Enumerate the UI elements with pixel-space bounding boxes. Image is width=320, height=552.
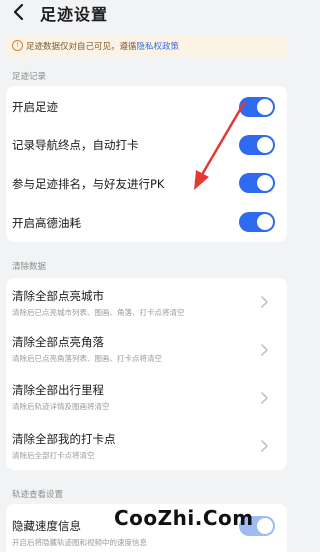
toggle-knob: [257, 214, 273, 230]
chevron-left-icon: [13, 3, 24, 21]
footprint-settings-card: 开启足迹 记录导航终点，自动打卡 参与足迹排名，与好友进行PK 开启高德油耗: [6, 86, 287, 242]
setting-row-fuel-consumption[interactable]: 开启高德油耗: [6, 202, 287, 242]
setting-row-ranking-pk[interactable]: 参与足迹排名，与好友进行PK: [6, 164, 287, 202]
clear-item-description: 清除后已点亮城市列表、图画、角落、打卡点将清空: [12, 308, 185, 317]
enable-footprint-toggle[interactable]: [239, 97, 275, 117]
back-button[interactable]: [8, 0, 30, 26]
setting-row-auto-checkin[interactable]: 记录导航终点，自动打卡: [6, 126, 287, 164]
clear-row-mileage[interactable]: 清除全部出行里程 清除后轨迹详情及图画将清空: [6, 374, 287, 422]
chevron-right-icon: [261, 440, 268, 452]
fuel-consumption-toggle[interactable]: [239, 212, 275, 232]
auto-checkin-toggle[interactable]: [239, 135, 275, 155]
page-title: 足迹设置: [40, 5, 109, 24]
setting-label: 记录导航终点，自动打卡: [12, 138, 139, 152]
setting-row-enable-footprint[interactable]: 开启足迹: [6, 86, 287, 126]
clear-data-card: 清除全部点亮城市 清除后已点亮城市列表、图画、角落、打卡点将清空 清除全部点亮角…: [6, 278, 287, 470]
setting-label: 开启足迹: [12, 100, 58, 114]
ranking-pk-toggle[interactable]: [239, 173, 275, 193]
clear-item-label: 清除全部点亮城市: [12, 289, 104, 303]
toggle-knob: [257, 518, 273, 534]
privacy-policy-link[interactable]: 隐私权政策: [137, 42, 180, 52]
setting-label: 隐藏速度信息: [12, 519, 81, 533]
clear-item-label: 清除全部我的打卡点: [12, 432, 116, 446]
info-icon: !: [12, 40, 23, 51]
clear-item-description: 清除后已点亮角落列表、图画、打卡点将清空: [12, 354, 162, 363]
notice-text: 足迹数据仅对自己可见，遵循: [26, 42, 137, 52]
clear-row-checkins[interactable]: 清除全部我的打卡点 清除后全部打卡点将清空: [6, 422, 287, 470]
privacy-notice: ! 足迹数据仅对自己可见，遵循隐私权政策: [6, 36, 287, 58]
chevron-right-icon: [261, 392, 268, 404]
clear-item-description: 清除后轨迹详情及图画将清空: [12, 402, 110, 411]
clear-item-description: 清除后全部打卡点将清空: [12, 451, 95, 460]
watermark-text: CooZhi.Com: [114, 506, 254, 530]
clear-item-label: 清除全部出行里程: [12, 383, 104, 397]
section-label-footprint: 足迹记录: [12, 72, 47, 82]
setting-label: 参与足迹排名，与好友进行PK: [12, 177, 165, 191]
clear-item-label: 清除全部点亮角落: [12, 335, 104, 349]
clear-row-cities[interactable]: 清除全部点亮城市 清除后已点亮城市列表、图画、角落、打卡点将清空: [6, 278, 287, 326]
setting-label: 开启高德油耗: [12, 216, 81, 230]
setting-description: 开启后将隐藏轨迹图和视频中的速度信息: [12, 538, 147, 547]
header-bar: 足迹设置: [0, 0, 293, 34]
toggle-knob: [257, 99, 273, 115]
toggle-knob: [257, 175, 273, 191]
section-label-track: 轨迹查看设置: [12, 490, 64, 500]
clear-row-corners[interactable]: 清除全部点亮角落 清除后已点亮角落列表、图画、打卡点将清空: [6, 326, 287, 374]
chevron-right-icon: [261, 296, 268, 308]
section-label-clear: 清除数据: [12, 262, 47, 272]
toggle-knob: [257, 137, 273, 153]
chevron-right-icon: [261, 344, 268, 356]
